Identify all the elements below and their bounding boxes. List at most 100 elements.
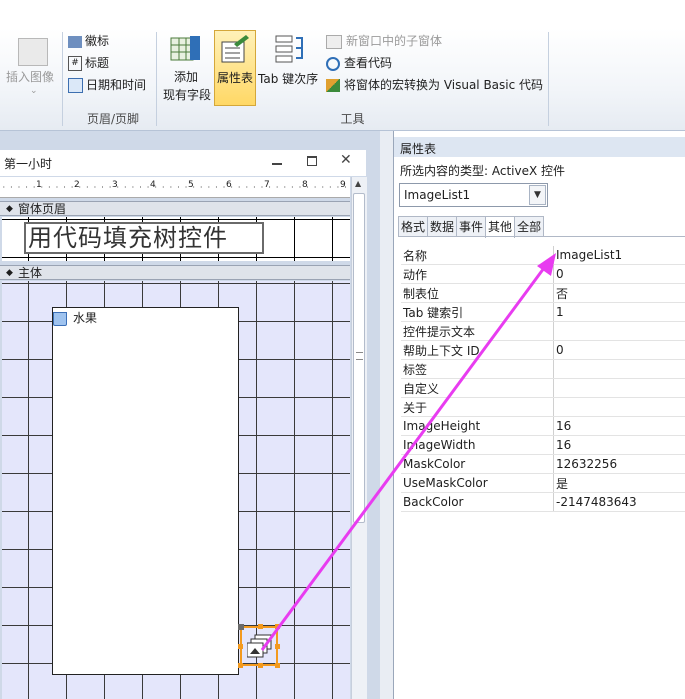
- property-sheet-header: [394, 137, 685, 157]
- add-existing-fields-button[interactable]: 添加 现有字段: [160, 32, 212, 106]
- group-separator: [548, 32, 549, 126]
- property-row[interactable]: 自定义: [401, 378, 685, 398]
- section-marker-icon: ◆: [6, 204, 13, 214]
- logo-button[interactable]: 徽标: [68, 32, 109, 50]
- tree-node[interactable]: 水果: [53, 309, 97, 326]
- property-row[interactable]: ImageWidth 16: [401, 435, 685, 455]
- tab-2[interactable]: 事件: [456, 216, 487, 237]
- ruler-number: 3: [112, 180, 118, 190]
- minimize-button[interactable]: [270, 154, 284, 168]
- property-value[interactable]: [553, 397, 685, 417]
- tab-4[interactable]: 全部: [514, 216, 545, 237]
- property-name: 制表位: [401, 283, 554, 303]
- convert-macros-button[interactable]: 将窗体的宏转换为 Visual Basic 代码: [326, 76, 543, 94]
- property-row[interactable]: 名称 ImageList1: [401, 246, 685, 265]
- selection-handle[interactable]: [275, 624, 280, 629]
- tab-order-icon: [275, 35, 303, 63]
- pane-splitter[interactable]: [380, 131, 393, 699]
- scroll-up-arrow-icon[interactable]: ▲: [355, 179, 361, 188]
- property-name: ImageHeight: [401, 416, 554, 436]
- image-icon: [18, 38, 48, 66]
- title-button[interactable]: # 标题: [68, 54, 109, 72]
- property-name: BackColor: [401, 492, 554, 512]
- view-code-button[interactable]: 查看代码: [326, 54, 392, 72]
- header-title-label-control[interactable]: 用代码填充树控件: [24, 222, 264, 254]
- tab-order-button[interactable]: Tab 键次序: [258, 32, 322, 106]
- property-row[interactable]: BackColor -2147483643: [401, 492, 685, 512]
- property-sheet-icon: [221, 35, 249, 63]
- insert-image-button[interactable]: 插入图像 ⌄: [4, 34, 58, 100]
- property-row[interactable]: 控件提示文本: [401, 321, 685, 341]
- close-button[interactable]: ✕: [340, 152, 354, 168]
- object-selector-dropdown[interactable]: ImageList1 ▼: [399, 183, 548, 207]
- selection-handle[interactable]: [258, 663, 263, 668]
- scrollbar-thumb[interactable]: [353, 193, 365, 523]
- property-row[interactable]: 关于: [401, 397, 685, 417]
- ruler-number: 4: [150, 180, 156, 190]
- macro-icon: [326, 79, 340, 92]
- property-row[interactable]: 标签: [401, 359, 685, 379]
- imagelist-control[interactable]: [238, 624, 280, 668]
- property-row[interactable]: UseMaskColor 是: [401, 473, 685, 493]
- property-name: 动作: [401, 264, 554, 284]
- detail-section-label: 主体: [18, 266, 43, 280]
- selection-handle[interactable]: [275, 644, 280, 649]
- selection-handle[interactable]: [275, 663, 280, 668]
- property-row[interactable]: 帮助上下文 ID 0: [401, 340, 685, 360]
- section-marker-icon: ◆: [6, 268, 13, 278]
- tools-group-label: 工具: [340, 112, 365, 126]
- chevron-down-icon: ⌄: [30, 86, 38, 96]
- property-value[interactable]: [553, 359, 685, 379]
- subform-new-window-button[interactable]: 新窗口中的子窗体: [326, 32, 442, 50]
- property-name: 帮助上下文 ID: [401, 340, 554, 360]
- property-name: UseMaskColor: [401, 473, 554, 493]
- property-value[interactable]: 16: [553, 416, 685, 436]
- calendar-icon: [68, 78, 83, 93]
- restore-button[interactable]: [305, 154, 319, 168]
- group-separator: [156, 32, 157, 126]
- tab-1[interactable]: 数据: [427, 216, 458, 237]
- detail-section-bar[interactable]: ◆ 主体: [0, 265, 350, 280]
- table-fields-icon: [170, 36, 200, 61]
- property-value[interactable]: 12632256: [553, 454, 685, 474]
- form-window-title: 第一小时: [4, 157, 53, 171]
- property-value[interactable]: ImageList1: [553, 246, 685, 265]
- treeview-control[interactable]: 水果: [52, 307, 239, 675]
- property-row[interactable]: 制表位否: [401, 283, 685, 303]
- property-value[interactable]: [553, 378, 685, 398]
- header-footer-group-label: 页眉/页脚: [86, 112, 140, 126]
- property-value[interactable]: [553, 321, 685, 341]
- vertical-scrollbar[interactable]: ▲: [351, 177, 367, 699]
- property-value[interactable]: 是: [553, 473, 685, 493]
- property-value[interactable]: -2147483643: [553, 492, 685, 512]
- property-value[interactable]: 否: [553, 283, 685, 303]
- ruler-number: 7: [264, 180, 270, 190]
- group-separator: [62, 32, 63, 126]
- property-row[interactable]: 动作 0: [401, 264, 685, 284]
- property-row[interactable]: ImageHeight 16: [401, 416, 685, 436]
- property-name: 控件提示文本: [401, 321, 554, 341]
- form-header-section-bar[interactable]: ◆ 窗体页眉: [0, 201, 350, 216]
- property-name: Tab 键索引: [401, 302, 554, 322]
- property-value[interactable]: 1: [553, 302, 685, 322]
- tab-0[interactable]: 格式: [398, 216, 429, 237]
- property-row[interactable]: MaskColor 12632256: [401, 454, 685, 474]
- property-value[interactable]: 0: [553, 340, 685, 360]
- property-value[interactable]: 16: [553, 435, 685, 455]
- datetime-label: 日期和时间: [86, 78, 147, 92]
- property-value[interactable]: 0: [553, 264, 685, 284]
- tab-3[interactable]: 其他: [485, 216, 516, 238]
- logo-icon: [68, 35, 82, 48]
- selection-handle[interactable]: [258, 624, 263, 629]
- selection-handle[interactable]: [238, 644, 243, 649]
- ruler-ticks: [0, 186, 350, 188]
- property-sheet-title: 属性表: [400, 142, 437, 156]
- insert-image-label: 插入图像: [6, 70, 55, 84]
- dropdown-button[interactable]: ▼: [529, 185, 546, 205]
- minimize-icon: [272, 163, 282, 165]
- selection-handle[interactable]: [238, 663, 243, 668]
- property-sheet-button[interactable]: 属性表: [214, 30, 256, 106]
- datetime-button[interactable]: 日期和时间: [68, 76, 146, 94]
- property-row[interactable]: Tab 键索引 1: [401, 302, 685, 322]
- selection-handle[interactable]: [238, 624, 244, 630]
